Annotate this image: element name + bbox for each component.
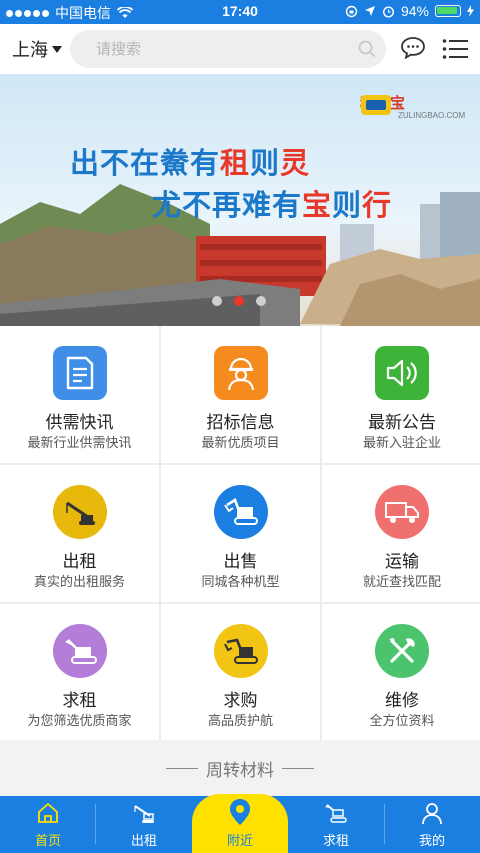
search-bar[interactable] (70, 30, 386, 68)
charging-icon (467, 5, 474, 17)
tools-icon (375, 624, 429, 678)
menu-list-icon[interactable] (442, 38, 468, 60)
location-pin-icon (230, 799, 250, 825)
grid-item-tender-info[interactable]: 招标信息 最新优质项目 (161, 326, 320, 463)
zulingbao-logo: 租灵宝 ZULINGBAO.COM (360, 92, 465, 120)
banner-slogan-line1: 出不在鮝有租则灵 (70, 148, 311, 180)
document-icon (52, 346, 107, 400)
grid-item-subtitle: 高品质护航 (207, 714, 273, 729)
message-icon[interactable] (400, 36, 426, 60)
tab-want-rent[interactable]: 求租 (288, 796, 384, 853)
pager-dot[interactable] (256, 296, 266, 306)
grid-item-subtitle: 同城各种机型 (201, 575, 280, 590)
grid-item-title: 供需快讯 (45, 413, 114, 433)
category-grid: 供需快讯 最新行业供需快讯 招标信息 最新优质项目 最新公告 最新入驻企业 出租… (0, 326, 480, 741)
grid-item-for-sale[interactable]: 出售 同城各种机型 (161, 465, 320, 602)
grid-item-subtitle: 最新优质项目 (201, 436, 280, 451)
tab-label: 首页 (34, 834, 61, 849)
status-bar: 中国电信 17:40 94% (0, 0, 480, 24)
tab-nearby[interactable]: 附近 (192, 794, 288, 853)
pager-dot-active[interactable] (234, 296, 244, 306)
pager-dot[interactable] (212, 296, 222, 306)
bottom-tab-bar: 首页 出租 附近 求租 我的 (0, 794, 480, 853)
speaker-icon (375, 346, 429, 400)
grid-item-subtitle: 真实的出租服务 (33, 575, 125, 590)
alarm-icon (382, 5, 394, 18)
battery-percent: 94% (400, 3, 429, 19)
loader-icon (213, 624, 268, 678)
tab-label: 我的 (418, 834, 445, 849)
grid-item-repair[interactable]: 维修 全方位资料 (322, 604, 480, 741)
tab-label: 出租 (130, 834, 157, 849)
grid-item-title: 求购 (223, 691, 258, 711)
tab-home[interactable]: 首页 (0, 796, 96, 853)
tab-rent-out[interactable]: 出租 (96, 796, 192, 853)
banner-pager (212, 296, 266, 306)
crane-icon (52, 485, 107, 539)
rotation-lock-icon (345, 5, 358, 17)
tab-label: 求租 (322, 834, 349, 849)
location-arrow-icon (364, 6, 375, 16)
grid-item-title: 求租 (62, 691, 97, 711)
logo-badge-icon (361, 95, 391, 115)
tab-profile[interactable]: 我的 (384, 796, 480, 853)
grid-item-subtitle: 全方位资料 (369, 714, 435, 729)
excavator-icon (213, 485, 268, 539)
grid-item-announcements[interactable]: 最新公告 最新入驻企业 (322, 326, 480, 463)
grid-item-supply-news[interactable]: 供需快讯 最新行业供需快讯 (0, 326, 159, 463)
grid-item-title: 运输 (385, 552, 419, 572)
search-input[interactable] (70, 30, 330, 68)
grid-item-title: 招标信息 (206, 413, 275, 433)
divider (166, 767, 198, 769)
divider (282, 767, 314, 769)
tab-label: 附近 (226, 834, 253, 849)
home-icon (38, 803, 58, 823)
grid-item-subtitle: 就近查找匹配 (362, 575, 441, 590)
search-icon[interactable] (358, 40, 376, 58)
digger-icon (52, 624, 107, 678)
grid-item-subtitle: 最新入驻企业 (362, 436, 441, 451)
grid-item-want-rent[interactable]: 求租 为您筛选优质商家 (0, 604, 159, 741)
digger-icon (325, 804, 347, 823)
logo-url: ZULINGBAO.COM (398, 111, 466, 120)
city-selector[interactable]: 上海 (12, 36, 62, 62)
user-icon (422, 803, 442, 825)
crane-icon (134, 805, 154, 823)
grid-item-subtitle: 为您筛选优质商家 (27, 714, 132, 729)
grid-item-want-buy[interactable]: 求购 高品质护航 (161, 604, 320, 741)
status-right: 94% (345, 3, 474, 19)
city-label: 上海 (12, 40, 48, 61)
grid-item-rent-out[interactable]: 出租 真实的出租服务 (0, 465, 159, 602)
grid-item-title: 最新公告 (368, 413, 436, 433)
battery-icon (435, 5, 461, 17)
banner-slogan-line2: 尤不再难有宝则行 (152, 190, 393, 222)
section-header: 周转材料 (0, 740, 480, 796)
truck-icon (375, 485, 429, 539)
grid-item-title: 出售 (223, 552, 258, 572)
section-title: 周转材料 (206, 760, 274, 781)
top-header: 上海 (0, 24, 480, 74)
worker-icon (213, 346, 268, 400)
grid-item-subtitle: 最新行业供需快讯 (27, 436, 132, 451)
promo-banner[interactable]: 租灵宝 ZULINGBAO.COM 出不在鮝有租则灵 尤不再难有宝则行 (0, 74, 480, 326)
grid-item-title: 出租 (62, 552, 97, 572)
grid-item-title: 维修 (385, 691, 419, 711)
caret-down-icon (52, 45, 62, 53)
grid-item-transport[interactable]: 运输 就近查找匹配 (322, 465, 480, 602)
